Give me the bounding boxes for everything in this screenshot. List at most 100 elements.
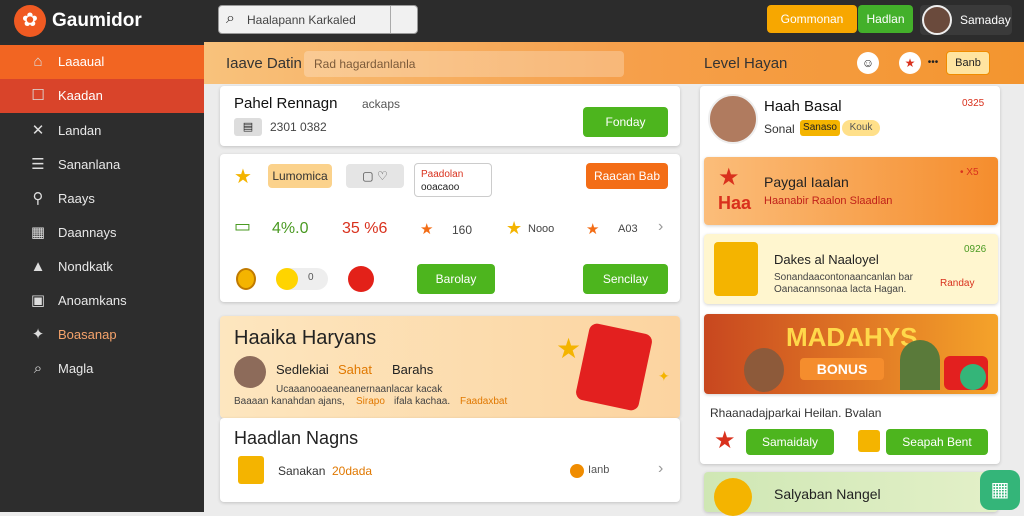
promo-sub: Haanabir Raalon Slaadlan [764,195,893,207]
promo-card-2[interactable]: Dakes al Naaloyel 0926 Sonandaacontonaan… [704,234,998,304]
star-icon: ★ [714,427,736,454]
promo-red-text: Haa [718,193,752,213]
item-value: 20dada [332,464,373,478]
promo-line: Oanacannsonaa lacta Hagan. [774,284,907,295]
tag-paadolan[interactable]: Paadolan ooacaoo [414,163,492,197]
puzzle-icon: ✦ [31,326,45,343]
star-icon: ★ [420,221,434,238]
samaidaly-button[interactable]: Samaidaly [746,429,834,455]
bonus-label: BONUS [800,358,884,380]
emoji-icon[interactable]: ☺ [857,52,879,74]
close-icon[interactable]: • X5 [960,167,979,178]
card-meta: 2301 0382 [270,120,327,134]
star-icon: ★ [718,164,740,191]
user-avatar[interactable] [922,5,952,35]
sidebar-item-label: Anoamkans [58,293,127,308]
sidebar-item-home[interactable]: ⌂ Laaaual [0,45,204,79]
user-name: Samaday [960,13,1011,27]
banner-line: Sirapo [356,396,385,407]
search-divider [390,6,391,33]
banner-card: Haaika Haryans Sedlekiai Sahat Barahs Uc… [220,316,680,418]
app-logo-icon[interactable]: ✿ [14,5,46,37]
sidebar-item-label: Raays [58,191,95,206]
sidebar-item-label: Laaaual [58,54,105,69]
promo-card-1[interactable]: ★ Haa Paygal Iaalan Haanabir Raalon Slaa… [704,157,998,225]
tag-paadolan-label: Paadolan [421,169,464,180]
bag-icon: ▲ [30,258,46,275]
image-icon: ▤ [234,118,262,136]
promo-headline: MADAHYS [786,322,918,352]
sparkle-icon: ✦ [658,368,670,384]
brand-name: Gaumidor [52,10,142,31]
banner-avatar [234,356,266,388]
seapah-bent-button[interactable]: Seapah Bent [886,429,988,455]
treasure-icon [238,456,264,484]
main-header: Iaave Datin Rad hagardanlanla Level Haya… [204,42,1024,84]
coin-icon [236,268,256,290]
chat-icon: ▭ [234,216,252,236]
banner-title: Haaika Haryans [234,327,377,349]
card-nagns: Haadlan Nagns Sanakan 20dada Ianb › [220,418,680,502]
card-subtitle: ackaps [362,97,401,111]
stat-value: Nooo [528,223,555,235]
profile-number: 0325 [962,98,985,109]
hadlan-button[interactable]: Hadlan [858,5,913,33]
chart-icon: ▣ [30,292,46,309]
sidebar-item-chart[interactable]: ▣ Anoamkans [0,284,204,318]
sidebar-item-bag[interactable]: ▲ Nondkatk [0,250,204,284]
promo-link[interactable]: Randay [940,278,974,289]
chevron-right-icon[interactable]: › [658,460,663,478]
tools-icon: ✕ [31,122,45,139]
sidebar-item-tools[interactable]: ✕ Landan [0,114,204,148]
gift-box-icon [574,322,654,412]
search-input[interactable]: ⌕ Haalapann Karkaled [218,5,418,34]
banner-label: Sahat [338,362,372,377]
box-icon [858,430,880,452]
sidebar-item-search[interactable]: ⌕ Magla [0,352,204,386]
gommonan-button[interactable]: Gommonan [767,5,857,33]
dots-icon[interactable]: ••• [926,52,940,74]
profile-avatar[interactable] [708,94,758,144]
sidebar-item-inbox[interactable]: ☐ Kaadan [0,79,204,113]
sidebar-item-calendar[interactable]: ▦ Daannays [0,216,204,250]
sidebar-item-list[interactable]: ☰ Sananlana [0,148,204,182]
sidebar-item-pin[interactable]: ⚲ Raays [0,182,204,216]
promo-caption: Rhaanadajparkai Heilan. Bvalan [710,406,882,420]
sencilay-button[interactable]: Sencilay [583,264,668,294]
sidebar-item-label: Daannays [58,225,117,240]
main-search-input[interactable]: Rad hagardanlanla [304,51,624,77]
tag-icons[interactable]: ▢ ♡ [346,164,404,188]
promo-title: Dakes al Naaloyel [774,252,879,267]
coin-icon [276,268,298,290]
promo-card-4[interactable]: Salyaban Nangel [704,472,998,516]
home-icon: ⌂ [33,53,43,70]
search-placeholder: Haalapann Karkaled [247,13,356,27]
chevron-right-icon[interactable]: › [658,218,663,236]
character-image [900,340,940,390]
banner-line: ifala kachaa. [394,396,451,407]
sidebar-item-label: Nondkatk [58,259,113,274]
stat-value: 35 %6 [342,220,388,237]
page-title: Iaave Datin [226,55,302,72]
fonday-button[interactable]: Fonday [583,107,668,137]
banner-user: Sedlekiai [276,362,329,377]
star-icon: ★ [556,333,582,364]
star-icon[interactable]: ★ [899,52,921,74]
banb-button[interactable]: Banb [946,51,990,75]
profile-badge: Sanaso [800,120,840,136]
promo-banner[interactable]: MADAHYS BONUS [704,314,998,394]
card-title: Haadlan Nagns [234,428,359,448]
profile-line: Sonal [764,122,795,136]
tag-lumomica[interactable]: Lumomica [268,164,332,188]
promo-num: 0926 [964,244,987,255]
card-title: Pahel Rennagn [234,95,338,112]
promo-title: Paygal Iaalan [764,174,849,190]
stat-value: A03 [618,223,638,235]
raacan-button[interactable]: Raacan Bab [586,163,668,189]
banner-line: Faadaxbat [460,396,508,407]
profile-badge: Kouk [842,120,880,136]
star-icon: ★ [586,221,600,238]
barolay-button[interactable]: Barolay [417,264,495,294]
qr-float-button[interactable]: ▦ [980,470,1020,510]
sidebar-item-puzzle[interactable]: ✦ Boasanap [0,318,204,352]
